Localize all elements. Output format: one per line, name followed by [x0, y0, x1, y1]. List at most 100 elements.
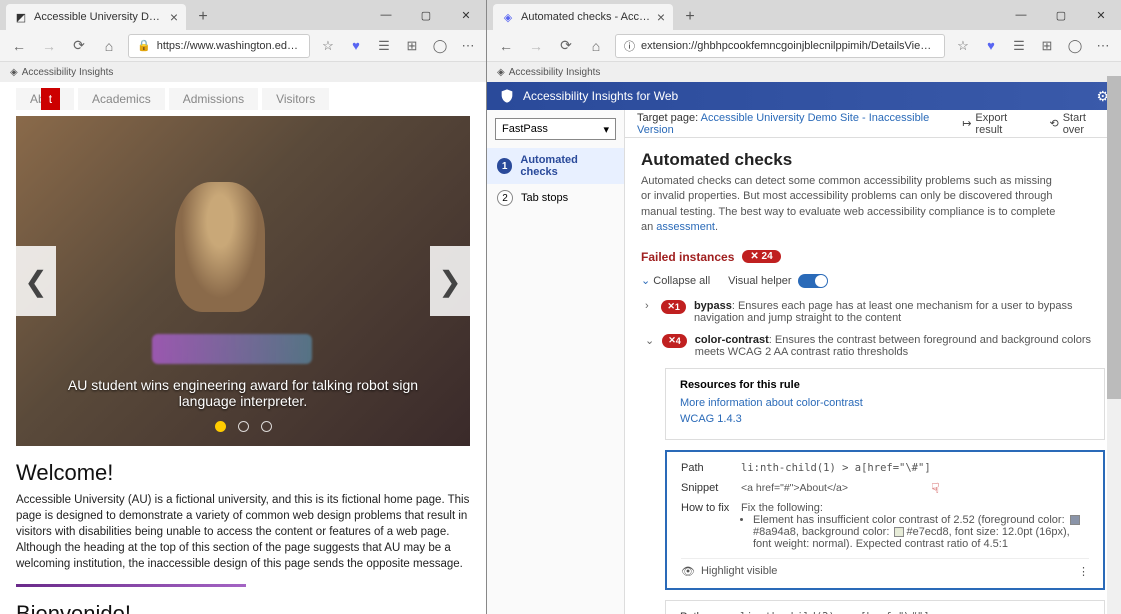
minimize-button[interactable]: —: [1001, 0, 1041, 30]
star-icon[interactable]: ☆: [318, 36, 338, 56]
export-result-button[interactable]: ↦ Export result: [962, 112, 1035, 136]
back-button[interactable]: ←: [495, 35, 517, 57]
ai-header-title: Accessibility Insights for Web: [523, 89, 678, 103]
failed-count-badge: ✕ 24: [742, 250, 780, 263]
minimize-button[interactable]: —: [366, 0, 406, 30]
lock-icon: 🔒: [137, 39, 151, 52]
cursor-icon: ☟: [931, 480, 940, 497]
rule-count-badge: ✕ 1: [661, 300, 686, 314]
forward-button: →: [525, 35, 547, 57]
resource-link-1[interactable]: More information about color-contrast: [680, 397, 863, 409]
chevron-down-icon: ⌄: [641, 275, 653, 287]
highlight-visible-button[interactable]: 👁 Highlight visible: [681, 565, 777, 578]
scrollbar[interactable]: [1107, 76, 1121, 614]
resource-link-2[interactable]: WCAG 1.4.3: [680, 413, 742, 425]
ai-sidebar: FastPass ▾ 1 Automated checks 2 Tab stop…: [487, 110, 625, 614]
ai-main-content: Automated checks Automated checks can de…: [625, 138, 1121, 614]
back-button[interactable]: ←: [8, 35, 30, 57]
home-button[interactable]: ⌂: [98, 35, 120, 57]
rule-bypass[interactable]: › ✕ 1 bypass: Ensures each page has at l…: [641, 300, 1105, 324]
tab-favicon-icon: ◩: [14, 10, 28, 24]
collections-icon[interactable]: ⊞: [1037, 36, 1057, 56]
refresh-button[interactable]: ⟳: [68, 35, 90, 57]
carousel-prev-button[interactable]: ❮: [16, 246, 56, 316]
tab-title: Automated checks - Accessibility: [521, 11, 651, 23]
close-window-button[interactable]: ✕: [1081, 0, 1121, 30]
new-tab-button[interactable]: +: [677, 4, 703, 30]
home-button[interactable]: ⌂: [585, 35, 607, 57]
close-icon[interactable]: ×: [657, 9, 665, 25]
visual-helper-label: Visual helper: [728, 275, 791, 287]
color-swatch-fg: [1070, 515, 1080, 525]
snippet-label: Snippet: [681, 482, 741, 494]
maximize-button[interactable]: ▢: [1041, 0, 1081, 30]
howtofix-value: Fix the following: Element has insuffici…: [741, 502, 1089, 550]
menu-icon[interactable]: ⋯: [1093, 36, 1113, 56]
carousel-caption: AU student wins engineering award for ta…: [16, 365, 470, 421]
carousel-dots: [215, 421, 272, 446]
forward-button: →: [38, 35, 60, 57]
nav-about[interactable]: Abt: [16, 88, 74, 110]
welcome-heading: Welcome!: [16, 460, 470, 486]
rule-color-contrast[interactable]: ⌄ ✕ 4 color-contrast: Ensures the contra…: [641, 334, 1105, 358]
failed-instances-label: Failed instances: [641, 250, 734, 264]
profile-icon[interactable]: ◯: [1065, 36, 1085, 56]
nav-admissions[interactable]: Admissions: [169, 88, 258, 110]
carousel-dot-2[interactable]: [238, 421, 249, 432]
failure-instance-2: Path li:nth-child(2) > a[href="\#"] Snip…: [665, 600, 1105, 614]
welcome-paragraph: Accessible University (AU) is a fictiona…: [16, 492, 470, 572]
ext-shield-icon: ◈: [497, 67, 505, 78]
carousel-next-button[interactable]: ❯: [430, 246, 470, 316]
refresh-button[interactable]: ⟳: [555, 35, 577, 57]
info-icon: ⓘ: [624, 38, 635, 54]
heart-icon[interactable]: ♥: [346, 36, 366, 56]
menu-icon[interactable]: ⋯: [458, 36, 478, 56]
tab-title: Accessible University Demo Site: [34, 11, 164, 23]
tab-favicon-icon: ◈: [501, 10, 515, 24]
test-type-dropdown[interactable]: FastPass ▾: [495, 118, 616, 140]
carousel-dot-1[interactable]: [215, 421, 226, 432]
visual-helper-toggle[interactable]: [798, 274, 828, 288]
right-address-bar: ← → ⟳ ⌂ ⓘ extension://ghbhpcookfemncgoin…: [487, 30, 1121, 62]
left-address-bar: ← → ⟳ ⌂ 🔒 https://www.washington.edu/acc…: [0, 30, 486, 62]
ai-header: Accessibility Insights for Web ⚙: [487, 82, 1121, 110]
step-tab-stops[interactable]: 2 Tab stops: [487, 184, 624, 212]
left-page-content: Abt Academics Admissions Visitors ❮ ❯ AU…: [0, 82, 486, 614]
color-swatch-bg: [894, 527, 904, 537]
rule-count-badge: ✕ 4: [662, 334, 687, 348]
collections-icon[interactable]: ⊞: [402, 36, 422, 56]
url-input[interactable]: ⓘ extension://ghbhpcookfemncgoinjblecnil…: [615, 34, 945, 58]
browser-tab-right[interactable]: ◈ Automated checks - Accessibility ×: [493, 4, 673, 30]
maximize-button[interactable]: ▢: [406, 0, 446, 30]
heart-icon[interactable]: ♥: [981, 36, 1001, 56]
carousel-dot-3[interactable]: [261, 421, 272, 432]
browser-tab-left[interactable]: ◩ Accessible University Demo Site ×: [6, 4, 186, 30]
start-over-button[interactable]: ⟲ Start over: [1049, 112, 1109, 136]
star-icon[interactable]: ☆: [953, 36, 973, 56]
path-value: li:nth-child(1) > a[href="\#"]: [741, 462, 1089, 474]
page-description: Automated checks can detect some common …: [641, 174, 1061, 236]
close-window-button[interactable]: ✕: [446, 0, 486, 30]
nav-visitors[interactable]: Visitors: [262, 88, 329, 110]
eye-icon: 👁: [681, 565, 695, 578]
scrollbar-thumb[interactable]: [1107, 76, 1121, 399]
export-icon: ↦: [962, 117, 971, 130]
resources-box: Resources for this rule More information…: [665, 368, 1105, 440]
profile-icon[interactable]: ◯: [430, 36, 450, 56]
step-automated-checks[interactable]: 1 Automated checks: [487, 148, 624, 184]
assessment-link[interactable]: assessment: [656, 221, 715, 233]
new-tab-button[interactable]: +: [190, 4, 216, 30]
left-titlebar: ◩ Accessible University Demo Site × + — …: [0, 0, 486, 30]
nav-academics[interactable]: Academics: [78, 88, 165, 110]
ai-topbar: Target page: Accessible University Demo …: [625, 110, 1121, 138]
favorites-icon[interactable]: ☰: [374, 36, 394, 56]
close-icon[interactable]: ×: [170, 9, 178, 25]
chevron-down-icon: ⌄: [645, 334, 654, 358]
favorites-icon[interactable]: ☰: [1009, 36, 1029, 56]
kebab-menu-icon[interactable]: ⋮: [1078, 565, 1089, 578]
bienvenido-heading: Bienvenido!: [16, 601, 470, 614]
collapse-all-button[interactable]: ⌄ Collapse all: [641, 274, 710, 287]
url-input[interactable]: 🔒 https://www.washington.edu/accesscompu…: [128, 34, 310, 58]
site-nav: Abt Academics Admissions Visitors: [16, 88, 470, 110]
failure-instance-1: Path li:nth-child(1) > a[href="\#"] Snip…: [665, 450, 1105, 590]
